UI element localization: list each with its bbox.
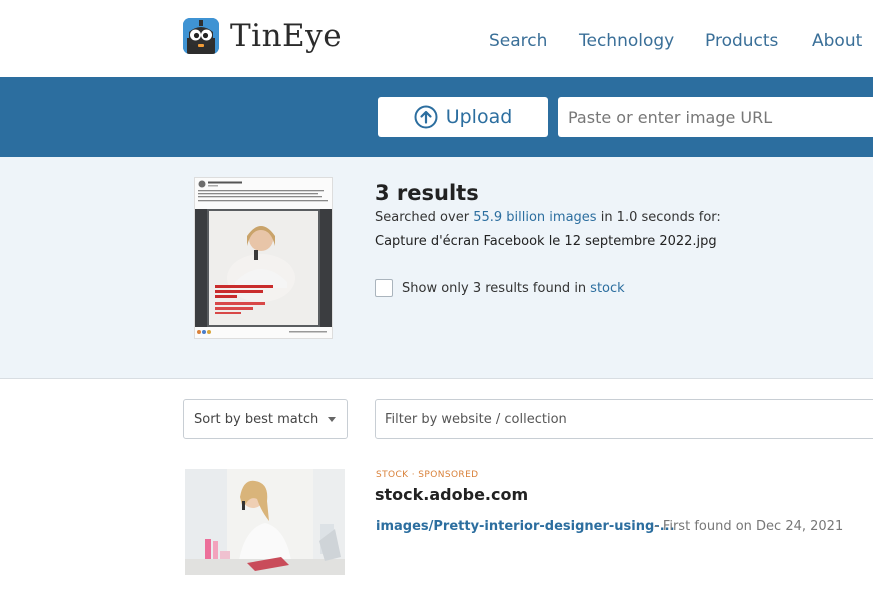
robot-logo-icon (183, 18, 219, 54)
tineye-logo[interactable]: TinEye (183, 18, 342, 54)
result-domain[interactable]: stock.adobe.com (375, 485, 528, 504)
query-filename: Capture d'écran Facebook le 12 septembre… (375, 234, 717, 249)
upload-label: Upload (445, 106, 513, 128)
stock-only-toggle[interactable]: Show only 3 results found in stock (375, 279, 625, 297)
result-first-found: - First found on Dec 24, 2021 (654, 519, 844, 534)
results-summary: 3 results Searched over 55.9 billion ima… (0, 157, 873, 379)
site-header: TinEye Search Technology Products About (0, 0, 873, 77)
caret-down-icon (328, 417, 336, 422)
arrow-up-circle-icon (414, 105, 438, 129)
sort-select[interactable]: Sort by best match (183, 399, 348, 439)
sort-value: Sort by best match (194, 411, 319, 427)
results-count: 3 results (375, 181, 479, 205)
filter-website-input[interactable] (375, 399, 873, 439)
nav-about[interactable]: About (812, 31, 862, 51)
stock-tag: STOCK (376, 470, 409, 480)
brand-name: TinEye (230, 18, 343, 54)
stock-only-checkbox[interactable] (375, 279, 393, 297)
sponsored-tag: SPONSORED (418, 470, 479, 480)
query-image-thumbnail[interactable] (194, 177, 333, 339)
upload-button[interactable]: Upload (378, 97, 548, 137)
result-image-link[interactable]: images/Pretty-interior-designer-using-..… (376, 519, 675, 534)
result-tags: STOCK · SPONSORED (376, 470, 479, 480)
nav-products[interactable]: Products (705, 31, 778, 51)
searched-info: Searched over 55.9 billion images in 1.0… (375, 210, 721, 225)
nav-technology[interactable]: Technology (579, 31, 674, 51)
result-thumbnail[interactable] (185, 469, 345, 575)
searched-amount-link[interactable]: 55.9 billion images (473, 210, 596, 225)
upload-band: Upload (0, 77, 873, 157)
stock-toggle-text: Show only 3 results found in (402, 280, 587, 296)
nav-search[interactable]: Search (489, 31, 547, 51)
image-url-input[interactable] (558, 97, 873, 137)
stock-link[interactable]: stock (590, 281, 625, 296)
